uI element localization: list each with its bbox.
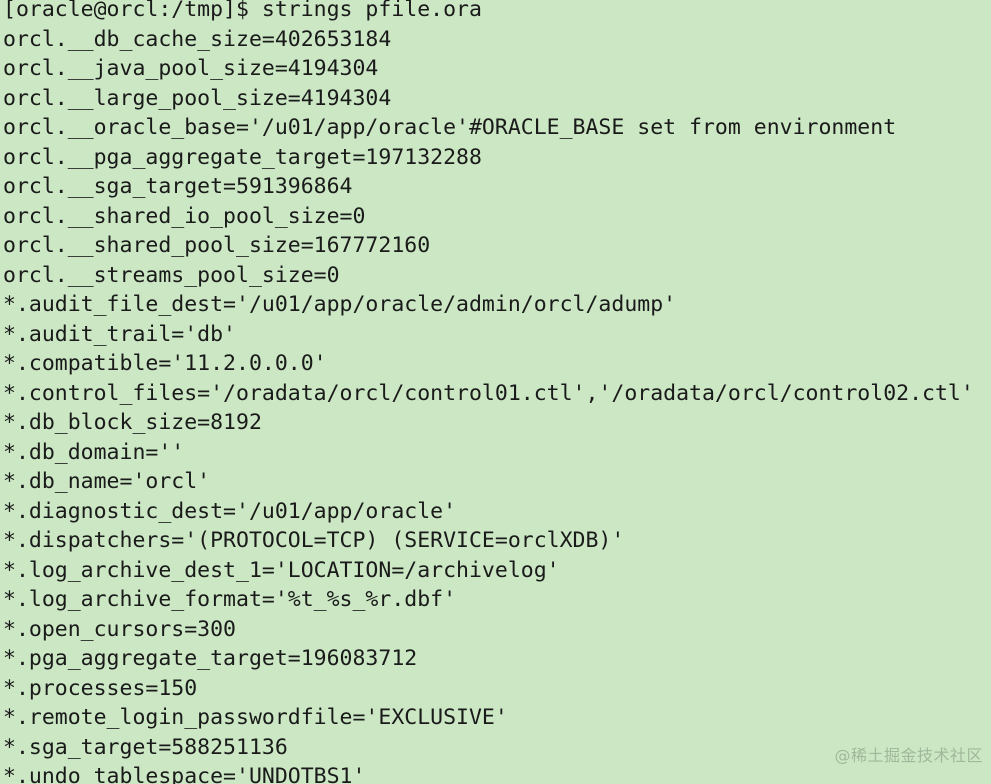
terminal-output-line: *.log_archive_format='%t_%s_%r.dbf' (3, 587, 457, 612)
terminal-window[interactable]: [oracle@orcl:/tmp]$ strings pfile.ora orc… (0, 0, 991, 784)
terminal-output-line: orcl.__shared_pool_size=167772160 (3, 233, 431, 258)
terminal-output: [oracle@orcl:/tmp]$ strings pfile.ora orc… (3, 0, 991, 784)
terminal-output-line: orcl.__sga_target=591396864 (3, 174, 353, 199)
terminal-output-line: orcl.__java_pool_size=4194304 (3, 56, 379, 81)
watermark: @稀土掘金技术社区 (834, 746, 983, 765)
terminal-output-line: *.db_name='orcl' (3, 469, 211, 494)
terminal-output-line: *.compatible='11.2.0.0.0' (3, 351, 327, 376)
terminal-output-line: *.audit_file_dest='/u01/app/oracle/admin… (3, 292, 677, 317)
terminal-output-line: *.open_cursors=300 (3, 616, 236, 642)
terminal-output-line: *.diagnostic_dest='/u01/app/oracle' (3, 498, 457, 524)
terminal-output-line: *.log_archive_dest_1='LOCATION=/archivel… (3, 557, 560, 583)
terminal-output-line: orcl.__oracle_base='/u01/app/oracle'#ORA… (3, 115, 897, 140)
terminal-output-line: *.dispatchers='(PROTOCOL=TCP) (SERVICE=o… (3, 528, 625, 553)
terminal-output-line: orcl.__streams_pool_size=0 (3, 262, 340, 288)
terminal-output-line: *.control_files='/oradata/orcl/control01… (3, 380, 974, 406)
terminal-output-line: *.db_domain='' (3, 439, 185, 465)
terminal-output-line: orcl.__large_pool_size=4194304 (3, 85, 392, 111)
terminal-output-line: *.pga_aggregate_target=196083712 (3, 646, 418, 671)
terminal-output-line: orcl.__shared_io_pool_size=0 (3, 203, 366, 229)
terminal-prompt-line: [oracle@orcl:/tmp]$ strings pfile.ora (3, 0, 482, 22)
terminal-output-line: *.db_block_size=8192 (3, 410, 262, 435)
terminal-output-line: *.audit_trail='db' (3, 321, 236, 347)
terminal-output-line: orcl.__db_cache_size=402653184 (3, 26, 392, 52)
terminal-output-line: *.remote_login_passwordfile='EXCLUSIVE' (3, 705, 508, 730)
terminal-output-line: *.processes=150 (3, 675, 198, 701)
terminal-output-line: orcl.__pga_aggregate_target=197132288 (3, 144, 482, 170)
